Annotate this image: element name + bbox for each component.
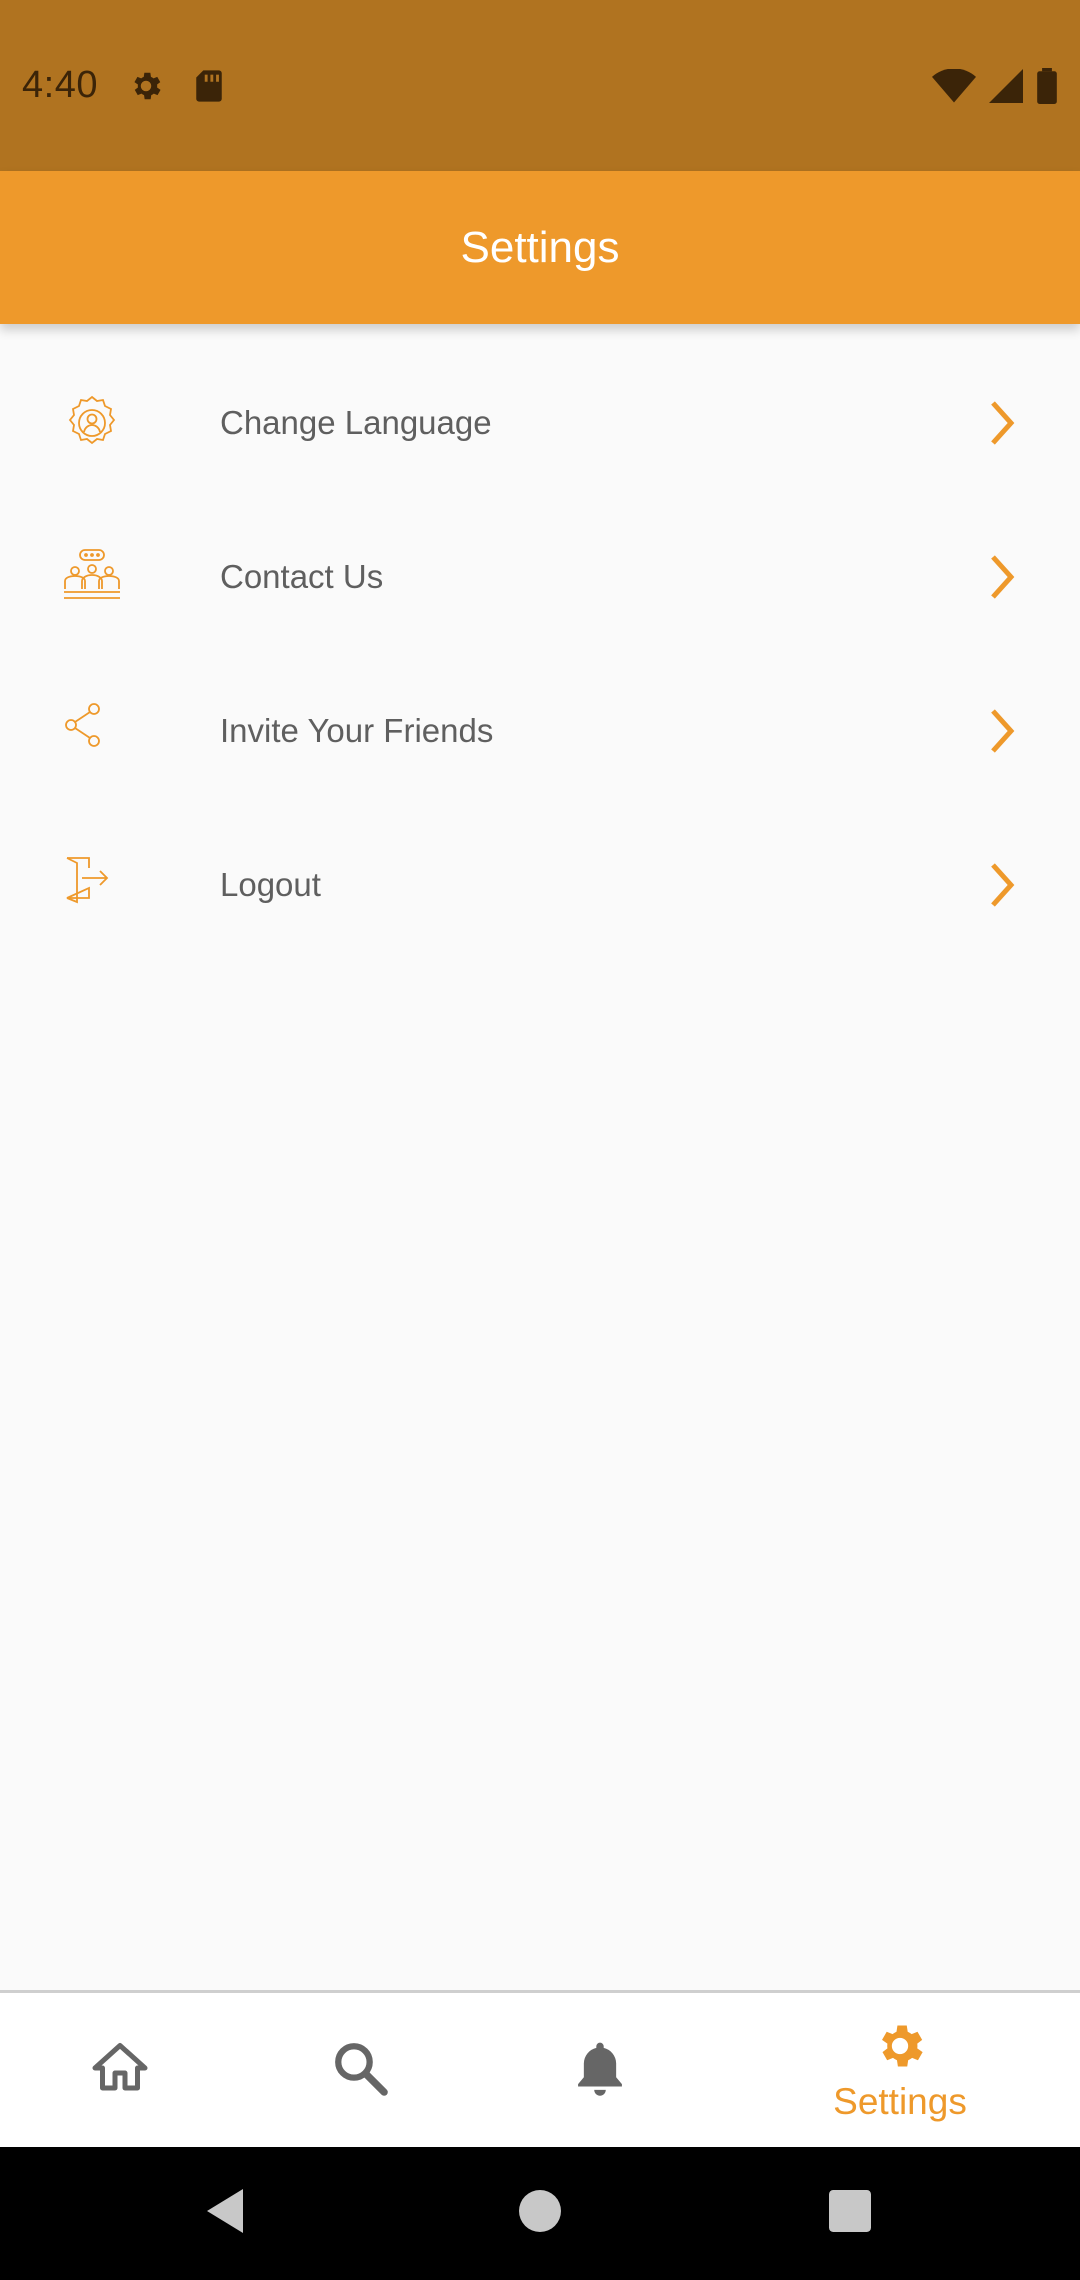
nav-item-search[interactable] (310, 1993, 410, 2147)
battery-icon (1036, 67, 1058, 104)
recent-square-icon (829, 2190, 871, 2237)
settings-item-invite-friends[interactable]: Invite Your Friends (0, 654, 1080, 808)
settings-list: Change Language Contact Us Invite Your F… (0, 346, 1080, 962)
nav-item-home[interactable] (70, 1993, 170, 2147)
bell-icon (572, 2038, 628, 2103)
sd-card-icon (194, 69, 224, 103)
signal-icon (988, 68, 1024, 103)
status-time: 4:40 (22, 64, 98, 106)
settings-item-label: Change Language (220, 404, 492, 441)
app-bar: Settings (0, 171, 1080, 324)
settings-item-logout[interactable]: Logout (0, 808, 1080, 962)
status-bar: 4:40 (0, 0, 1080, 171)
recent-apps-button[interactable] (820, 2147, 880, 2280)
contact-group-icon (62, 547, 122, 607)
chevron-right-icon (985, 552, 1019, 602)
back-button[interactable] (195, 2147, 255, 2280)
gear-icon (872, 2018, 928, 2079)
settings-item-change-language[interactable]: Change Language (0, 346, 1080, 500)
settings-item-label: Contact Us (220, 558, 384, 595)
wifi-icon (932, 68, 976, 103)
settings-item-label: Invite Your Friends (220, 712, 494, 749)
home-button[interactable] (510, 2147, 570, 2280)
settings-item-contact-us[interactable]: Contact Us (0, 500, 1080, 654)
home-icon (90, 2038, 150, 2103)
gear-icon (128, 68, 164, 104)
logout-icon (62, 855, 122, 915)
language-gear-icon (62, 393, 122, 453)
settings-screen: 4:40 Settings Change Language Contact Us… (0, 0, 1080, 2280)
nav-item-notifications[interactable] (550, 1993, 650, 2147)
search-icon (331, 2039, 389, 2102)
nav-item-settings[interactable]: Settings (800, 1993, 1000, 2147)
nav-label-settings: Settings (833, 2080, 967, 2122)
share-icon (62, 701, 122, 761)
system-navigation-bar (0, 2147, 1080, 2280)
page-title: Settings (460, 222, 620, 272)
home-circle-icon (519, 2190, 561, 2237)
chevron-right-icon (985, 398, 1019, 448)
back-triangle-icon (203, 2187, 247, 2240)
chevron-right-icon (985, 860, 1019, 910)
settings-item-label: Logout (220, 866, 321, 903)
chevron-right-icon (985, 706, 1019, 756)
bottom-navigation: Settings (0, 1990, 1080, 2147)
